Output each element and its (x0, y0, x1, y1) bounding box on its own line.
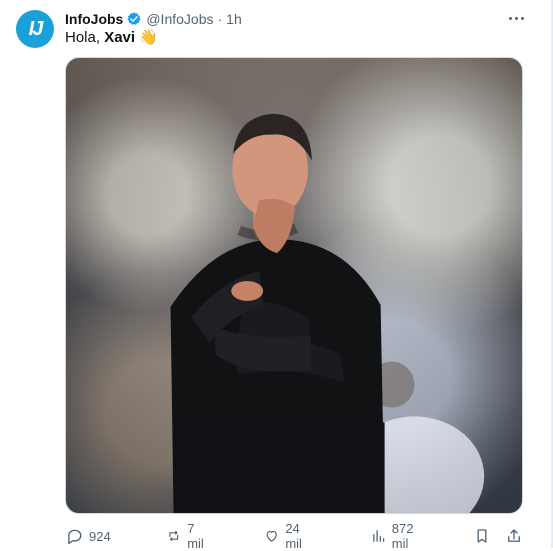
reply-button[interactable]: 924 (65, 527, 111, 545)
reply-icon (68, 529, 82, 545)
tweet-photo[interactable] (65, 57, 523, 514)
avatar-logo: IJ (28, 17, 44, 40)
verified-badge-icon (127, 12, 141, 25)
dot-separator: · (217, 11, 223, 27)
views-button[interactable]: 872 mil (370, 521, 428, 551)
bookmark-icon (477, 529, 487, 543)
heart-icon (266, 530, 277, 542)
retweet-button[interactable]: 7 mil (166, 521, 211, 551)
retweet-count: 7 mil (187, 521, 204, 551)
like-button[interactable]: 24 mil (264, 521, 315, 551)
post-time[interactable]: 1h (226, 11, 242, 27)
author-handle[interactable]: @InfoJobs (146, 11, 213, 27)
like-count: 24 mil (285, 521, 302, 551)
retweet-icon (168, 530, 178, 542)
tweet-text: Hola, Xavi 👋 (65, 28, 158, 48)
views-icon (373, 530, 385, 542)
share-button[interactable] (505, 527, 523, 545)
photo-scene (66, 58, 522, 513)
bookmark-button[interactable] (473, 527, 491, 545)
tweet-actions: 924 7 mil 24 mil 872 mil (65, 521, 523, 551)
more-options-icon[interactable] (509, 11, 529, 25)
view-count: 872 mil (391, 521, 414, 551)
tweet-header: InfoJobs @InfoJobs · 1h (65, 9, 531, 29)
tweet-text-prefix: Hola, (65, 29, 105, 46)
author-name[interactable]: InfoJobs (65, 11, 123, 27)
share-icon (508, 529, 520, 542)
reply-count: 924 (89, 528, 111, 544)
waving-hand-emoji: 👋 (139, 29, 158, 46)
tweet-text-name: Xavi (104, 29, 136, 46)
tweet-card: IJ InfoJobs @InfoJobs · 1h Hola, Xavi👋 (0, 0, 553, 551)
avatar[interactable]: IJ (16, 10, 54, 48)
